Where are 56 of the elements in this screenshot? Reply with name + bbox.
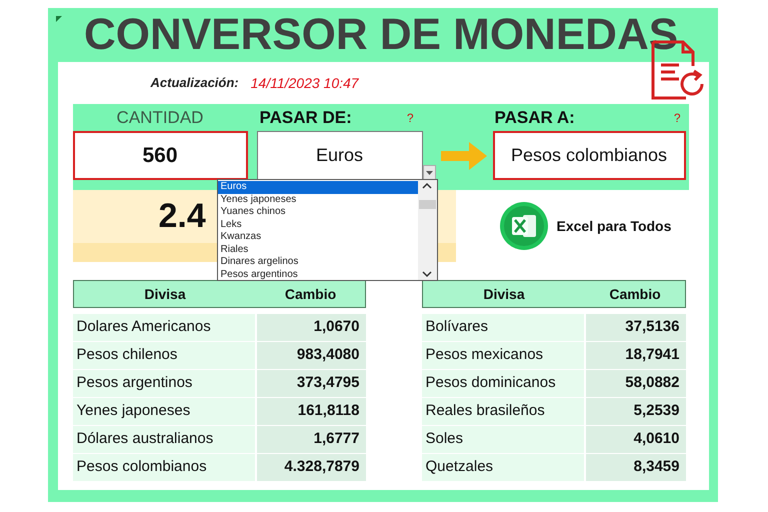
- dropdown-item[interactable]: Euros: [218, 181, 418, 194]
- scrollbar[interactable]: [418, 180, 436, 280]
- column-header: Cambio: [608, 284, 662, 304]
- scroll-thumb[interactable]: [418, 200, 436, 208]
- table-cell: Reales brasileños: [422, 398, 586, 425]
- table-cell: Soles: [422, 426, 586, 453]
- to-select[interactable]: Pesos colombianos: [492, 131, 686, 180]
- table-cell: 1,0670: [256, 314, 366, 341]
- dropdown-item[interactable]: Yenes japoneses: [218, 194, 418, 206]
- title: CONVERSOR DE MONEDAS: [84, 13, 678, 57]
- caret-icon[interactable]: [426, 170, 432, 174]
- table-cell: Pesos argentinos: [72, 370, 256, 397]
- scroll-down-icon[interactable]: [422, 271, 432, 278]
- table-cell: 4.328,7879: [256, 454, 366, 481]
- table-cell: Pesos dominicanos: [422, 370, 586, 397]
- table-cell: Dólares australianos: [72, 426, 256, 453]
- table-cell: Yenes japoneses: [72, 398, 256, 425]
- table-cell: 5,2539: [586, 398, 686, 425]
- table-cell: 8,3459: [586, 454, 686, 481]
- table-cell: Bolívares: [422, 314, 586, 341]
- to-label: PASAR A:: [494, 106, 575, 129]
- brand-label: Excel para Todos: [556, 216, 672, 236]
- scroll-up-icon[interactable]: [422, 182, 432, 189]
- table-cell: 161,8118: [256, 398, 366, 425]
- help-mark: ?: [406, 110, 414, 126]
- table-cell: Pesos chilenos: [72, 342, 256, 369]
- update-label: Actualización:: [150, 74, 239, 92]
- table-cell: 37,5136: [586, 314, 686, 341]
- arrow-icon: [440, 142, 486, 170]
- from-label: PASAR DE:: [260, 106, 352, 129]
- column-header: Divisa: [482, 284, 526, 304]
- table-cell: Pesos mexicanos: [422, 342, 586, 369]
- help-mark: ?: [674, 110, 680, 126]
- table-cell: 18,7941: [586, 342, 686, 369]
- table-cell: 983,4080: [256, 342, 366, 369]
- update-timestamp: 14/11/2023 10:47: [250, 74, 359, 92]
- amount-field[interactable]: 560: [72, 131, 248, 180]
- table-cell: 4,0610: [586, 426, 686, 453]
- column-header: Divisa: [143, 284, 187, 304]
- table-cell: Quetzales: [422, 454, 586, 481]
- dropdown-item[interactable]: Leks: [218, 218, 418, 231]
- column-header: Cambio: [284, 284, 338, 304]
- dropdown-item[interactable]: Pesos argentinos: [218, 268, 418, 280]
- dropdown-item[interactable]: Dinares argelinos: [218, 256, 418, 268]
- dropdown-item[interactable]: Kwanzas: [218, 231, 418, 244]
- amount-label: CANTIDAD: [116, 106, 204, 129]
- result-value: 2.4: [158, 196, 206, 237]
- from-select[interactable]: Euros: [256, 131, 422, 180]
- table-cell: 1,6777: [256, 426, 366, 453]
- cell-marker-icon: [56, 16, 62, 22]
- table-cell: 373,4795: [256, 370, 366, 397]
- table-cell: Dolares Americanos: [72, 314, 256, 341]
- spreadsheet-logo-icon: [498, 201, 548, 251]
- dropdown-item[interactable]: Yuanes chinos: [218, 206, 418, 218]
- table-cell: Pesos colombianos: [72, 454, 256, 481]
- table-cell: 58,0882: [586, 370, 686, 397]
